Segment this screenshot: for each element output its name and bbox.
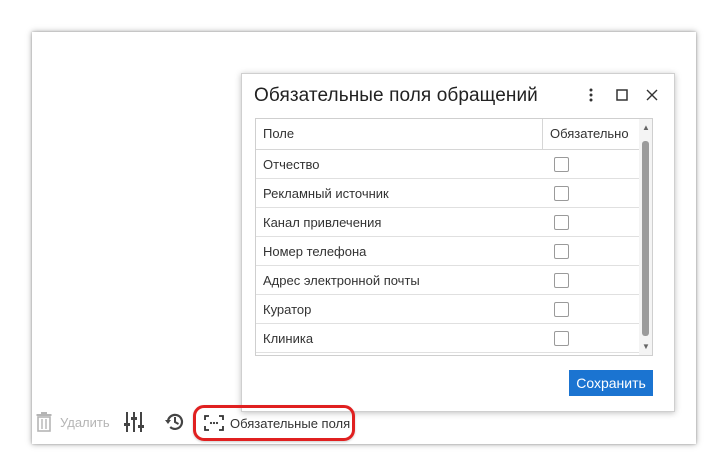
vertical-scrollbar[interactable]: ▲ ▼ bbox=[639, 119, 652, 355]
required-fields-table: Поле Обязательно Отчество Рекламный исто… bbox=[255, 118, 653, 356]
dialog-title: Обязательные поля обращений bbox=[254, 85, 538, 106]
table-row[interactable]: Куратор bbox=[256, 295, 639, 324]
required-checkbox[interactable] bbox=[554, 156, 569, 172]
more-vertical-icon[interactable] bbox=[580, 84, 602, 106]
table-row[interactable]: Клиника bbox=[256, 324, 639, 353]
table-body: Отчество Рекламный источник Канал привле… bbox=[256, 150, 639, 353]
required-checkbox[interactable] bbox=[554, 301, 569, 317]
field-name: Куратор bbox=[263, 301, 312, 317]
table-row[interactable]: Номер телефона bbox=[256, 237, 639, 266]
required-checkbox[interactable] bbox=[554, 214, 569, 230]
required-checkbox[interactable] bbox=[554, 330, 569, 346]
required-fields-button[interactable]: Обязательные поля bbox=[193, 405, 355, 441]
field-name: Отчество bbox=[263, 156, 320, 172]
scroll-up-arrow-icon[interactable]: ▲ bbox=[642, 123, 650, 132]
required-fields-icon bbox=[204, 415, 224, 431]
column-header-field[interactable]: Поле bbox=[256, 119, 543, 149]
screen: Обязательные поля обращений Поле Обязате… bbox=[0, 0, 728, 476]
table-row[interactable]: Рекламный источник bbox=[256, 179, 639, 208]
table-row[interactable]: Отчество bbox=[256, 150, 639, 179]
field-name: Рекламный источник bbox=[263, 185, 389, 201]
sliders-icon[interactable] bbox=[124, 411, 144, 438]
required-fields-label: Обязательные поля bbox=[230, 415, 351, 431]
field-name: Канал привлечения bbox=[263, 214, 382, 230]
table-row[interactable]: Канал привлечения bbox=[256, 208, 639, 237]
close-icon[interactable] bbox=[641, 84, 663, 106]
field-name: Номер телефона bbox=[263, 243, 367, 259]
table-row[interactable]: Адрес электронной почты bbox=[256, 266, 639, 295]
field-name: Адрес электронной почты bbox=[263, 272, 420, 288]
table-header: Поле Обязательно bbox=[256, 119, 639, 150]
required-checkbox[interactable] bbox=[554, 272, 569, 288]
save-button[interactable]: Сохранить bbox=[569, 370, 653, 396]
bottom-toolbar: Удалить Обязательные поля bbox=[36, 405, 676, 441]
field-name: Клиника bbox=[263, 330, 314, 346]
trash-icon bbox=[36, 412, 52, 432]
required-checkbox[interactable] bbox=[554, 243, 569, 259]
scrollbar-thumb[interactable] bbox=[642, 141, 649, 336]
scroll-down-arrow-icon[interactable]: ▼ bbox=[642, 342, 650, 351]
maximize-icon[interactable] bbox=[611, 84, 633, 106]
history-icon[interactable] bbox=[164, 411, 186, 438]
column-header-required[interactable]: Обязательно bbox=[543, 119, 639, 149]
required-fields-dialog: Обязательные поля обращений Поле Обязате… bbox=[241, 73, 675, 412]
delete-button[interactable]: Удалить bbox=[36, 412, 110, 432]
required-checkbox[interactable] bbox=[554, 185, 569, 201]
delete-label: Удалить bbox=[60, 414, 110, 430]
